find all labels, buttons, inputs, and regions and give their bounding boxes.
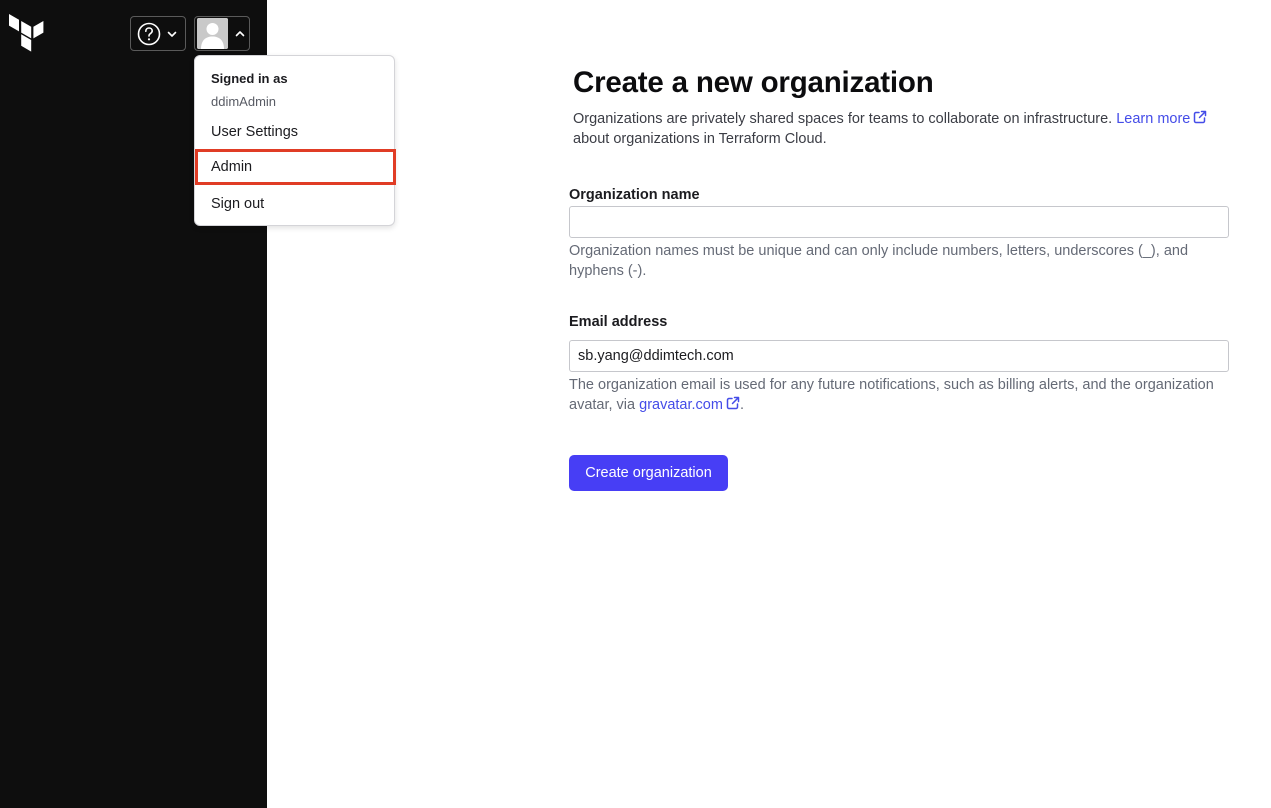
gravatar-link-label: gravatar.com [639, 397, 723, 413]
organization-name-label: Organization name [569, 187, 700, 203]
email-address-help: The organization email is used for any f… [569, 375, 1229, 415]
user-menu-dropdown: Signed in as ddimAdmin User Settings Adm… [194, 55, 396, 226]
organization-name-help: Organization names must be unique and ca… [569, 243, 1189, 279]
signed-in-username: ddimAdmin [211, 94, 277, 109]
intro-description: Organizations are privately shared space… [573, 111, 1113, 127]
menu-item-user-settings[interactable]: User Settings [195, 115, 394, 149]
gravatar-link[interactable]: gravatar.com [639, 396, 740, 413]
external-link-icon [1194, 110, 1207, 124]
chevron-down-icon [167, 31, 177, 37]
learn-more-label: Learn more [1116, 111, 1191, 127]
email-address-label: Email address [569, 314, 668, 330]
intro-suffix: about organizations in Terraform Cloud. [573, 131, 827, 147]
avatar [197, 18, 228, 49]
menu-item-admin[interactable]: Admin [195, 149, 396, 185]
learn-more-link[interactable]: Learn more [1116, 110, 1207, 127]
email-address-input[interactable] [569, 340, 1229, 372]
intro-text: Organizations are privately shared space… [573, 109, 1233, 149]
main-content: Create a new organization Organizations … [267, 0, 1271, 808]
external-link-icon [726, 396, 740, 410]
chevron-up-icon [235, 30, 245, 36]
organization-name-input[interactable] [569, 206, 1229, 238]
page-title: Create a new organization [573, 66, 934, 99]
user-menu-button[interactable] [194, 16, 250, 51]
signed-in-heading: Signed in as [211, 71, 288, 86]
create-organization-button[interactable]: Create organization [569, 455, 728, 491]
menu-item-sign-out[interactable]: Sign out [195, 187, 394, 221]
terraform-logo-icon[interactable] [9, 14, 45, 52]
question-circle-icon [137, 22, 161, 45]
email-help-suffix: . [739, 397, 744, 413]
help-menu-button[interactable] [130, 16, 186, 51]
